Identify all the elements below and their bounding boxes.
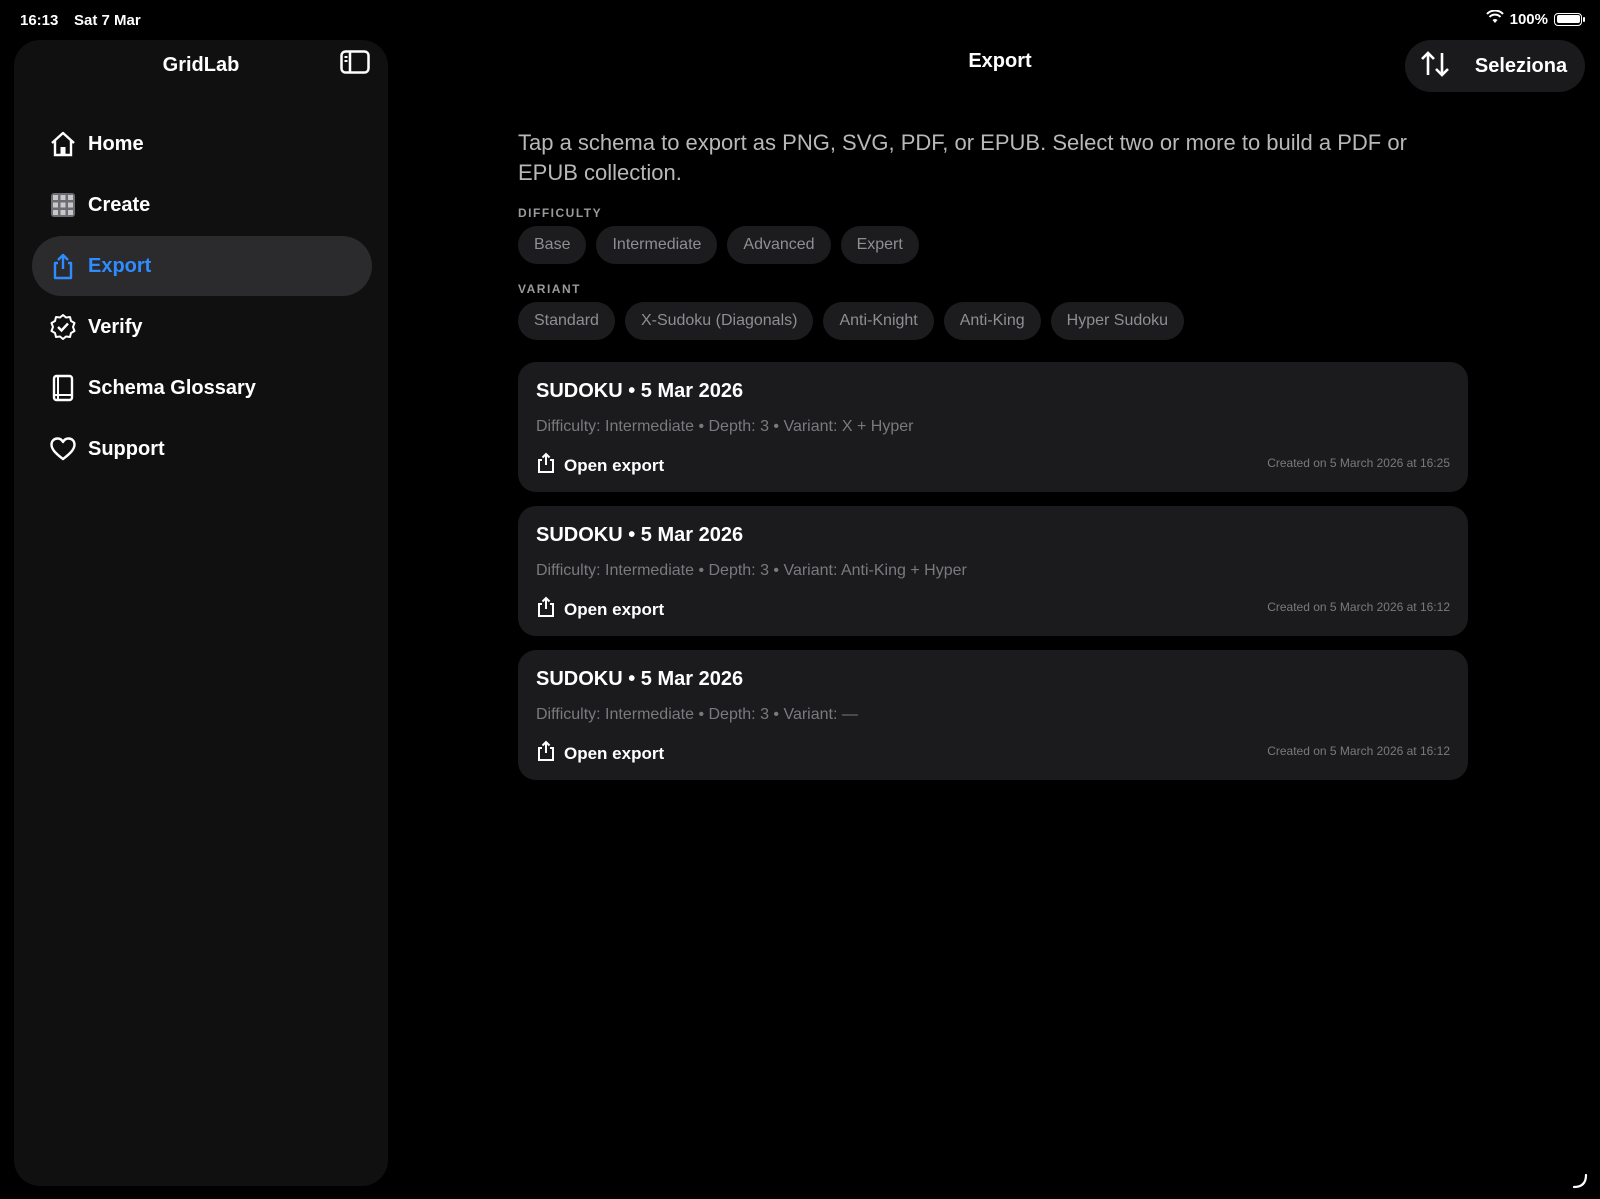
card-created: Created on 5 March 2026 at 16:25	[1267, 456, 1450, 470]
sidebar-icon	[340, 49, 370, 79]
sidebar-item-create[interactable]: Create	[32, 175, 372, 235]
share-icon	[536, 740, 556, 767]
variant-filter: Standard X-Sudoku (Diagonals) Anti-Knigh…	[518, 302, 1468, 340]
sidebar-item-home[interactable]: Home	[32, 114, 372, 174]
card-title: SUDOKU • 5 Mar 2026	[536, 524, 744, 546]
difficulty-label: DIFFICULTY	[518, 206, 603, 220]
select-button[interactable]: Seleziona	[1465, 55, 1585, 78]
share-icon	[536, 452, 556, 479]
sidebar-item-support[interactable]: Support	[32, 419, 372, 479]
status-date: Sat 7 Mar	[74, 12, 141, 29]
variant-label: VARIANT	[518, 282, 581, 296]
chip-hyper-sudoku[interactable]: Hyper Sudoku	[1050, 302, 1185, 340]
chip-x-sudoku[interactable]: X-Sudoku (Diagonals)	[624, 302, 814, 340]
app-title: GridLab	[162, 54, 240, 76]
share-icon	[536, 596, 556, 623]
resize-handle-icon[interactable]	[1570, 1171, 1588, 1189]
page-title: Export	[968, 50, 1032, 72]
battery-icon	[1554, 12, 1585, 26]
open-export-label: Open export	[564, 743, 665, 763]
card-title: SUDOKU • 5 Mar 2026	[536, 380, 744, 402]
checkmark-seal-icon	[48, 312, 78, 342]
sidebar-item-label: Support	[88, 437, 165, 460]
sidebar-item-label: Schema Glossary	[88, 376, 256, 399]
card-title: SUDOKU • 5 Mar 2026	[536, 668, 744, 690]
card-meta: Difficulty: Intermediate • Depth: 3 • Va…	[536, 706, 858, 723]
difficulty-filter: Base Intermediate Advanced Expert	[518, 226, 1468, 264]
sidebar-toggle-button[interactable]	[338, 49, 372, 79]
open-export-label: Open export	[564, 455, 665, 475]
chip-intermediate[interactable]: Intermediate	[596, 226, 718, 264]
open-export-button[interactable]: Open export	[536, 740, 664, 767]
sidebar-item-label: Export	[88, 254, 152, 277]
open-export-button[interactable]: Open export	[536, 596, 664, 623]
chip-expert[interactable]: Expert	[840, 226, 919, 264]
open-export-button[interactable]: Open export	[536, 452, 664, 479]
chip-base[interactable]: Base	[518, 226, 587, 264]
status-right: 100%	[1485, 9, 1585, 28]
schema-card[interactable]: SUDOKU • 5 Mar 2026 Difficulty: Intermed…	[518, 506, 1468, 636]
grid-icon	[48, 190, 78, 220]
main-content: Tap a schema to export as PNG, SVG, PDF,…	[518, 128, 1468, 794]
chip-advanced[interactable]: Advanced	[727, 226, 831, 264]
house-icon	[48, 129, 78, 159]
schema-list: SUDOKU • 5 Mar 2026 Difficulty: Intermed…	[518, 362, 1468, 780]
sidebar: GridLab Home Create Export Verify Schema…	[14, 40, 388, 1186]
chip-anti-king[interactable]: Anti-King	[943, 302, 1041, 340]
card-created: Created on 5 March 2026 at 16:12	[1267, 600, 1450, 614]
chip-standard[interactable]: Standard	[518, 302, 615, 340]
share-icon	[48, 251, 78, 281]
sidebar-item-verify[interactable]: Verify	[32, 297, 372, 357]
status-time: 16:13	[20, 12, 59, 29]
schema-card[interactable]: SUDOKU • 5 Mar 2026 Difficulty: Intermed…	[518, 362, 1468, 492]
card-created: Created on 5 March 2026 at 16:12	[1267, 744, 1450, 758]
schema-card[interactable]: SUDOKU • 5 Mar 2026 Difficulty: Intermed…	[518, 650, 1468, 780]
sort-arrows-icon	[1419, 49, 1451, 84]
card-meta: Difficulty: Intermediate • Depth: 3 • Va…	[536, 418, 914, 435]
sidebar-item-export[interactable]: Export	[32, 236, 372, 296]
sort-button[interactable]	[1405, 40, 1465, 92]
sidebar-nav: Home Create Export Verify Schema Glossar…	[32, 114, 372, 480]
status-bar: 16:13 Sat 7 Mar 100%	[0, 0, 1600, 40]
battery-percent: 100%	[1509, 10, 1548, 28]
open-export-label: Open export	[564, 599, 665, 619]
sidebar-item-label: Home	[88, 132, 144, 155]
sidebar-item-label: Verify	[88, 315, 143, 338]
toolbar: Seleziona	[1405, 40, 1585, 92]
chip-anti-knight[interactable]: Anti-Knight	[823, 302, 934, 340]
sidebar-item-schema-glossary[interactable]: Schema Glossary	[32, 358, 372, 418]
heart-icon	[48, 434, 78, 464]
sidebar-item-label: Create	[88, 193, 151, 216]
wifi-icon	[1485, 9, 1504, 28]
intro-text: Tap a schema to export as PNG, SVG, PDF,…	[518, 130, 1407, 185]
book-icon	[48, 373, 78, 403]
card-meta: Difficulty: Intermediate • Depth: 3 • Va…	[536, 562, 967, 579]
